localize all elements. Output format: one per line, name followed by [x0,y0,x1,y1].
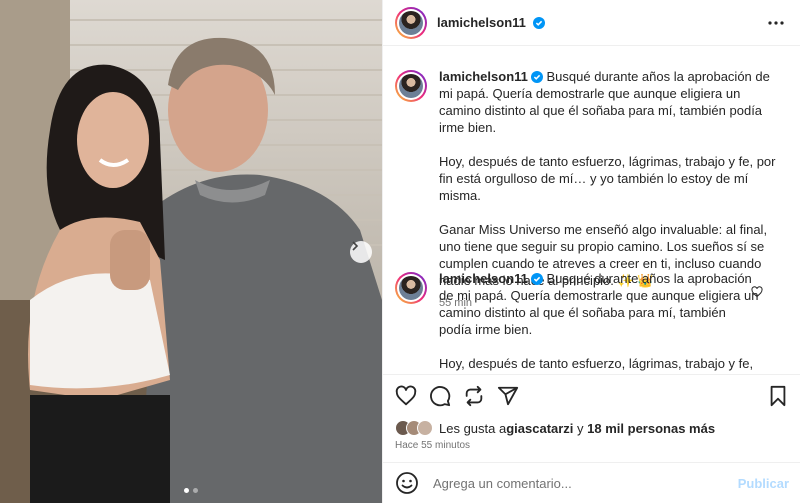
comment-button[interactable] [427,383,453,409]
likes-summary[interactable]: Les gusta a giascatarzi y 18 mil persona… [383,417,800,439]
comment-bubble-icon [430,386,451,407]
bookmark-icon [770,385,786,407]
comment-text-2: Hoy, después de tanto esfuerzo, lágrimas… [439,356,754,374]
likes-others[interactable]: 18 mil personas más [587,421,715,436]
publish-button[interactable]: Publicar [738,476,789,491]
comment-avatar[interactable] [395,272,427,304]
repost-icon [465,385,483,407]
post-image [0,0,382,503]
heart-icon [395,385,417,406]
repost-button[interactable] [461,383,487,409]
caption-paragraph-1: lamichelson11 Busqué durante años la apr… [439,68,785,136]
likes-connector: y [573,420,588,436]
post-actions: Les gusta a giascatarzi y 18 mil persona… [383,374,800,451]
carousel-next-button[interactable] [350,241,372,263]
comments-list[interactable]: lamichelson11 Busqué durante años la apr… [383,46,800,374]
carousel-dot-active [184,488,189,493]
share-button[interactable] [495,383,521,409]
verified-badge-icon [530,71,543,83]
post-timestamp[interactable]: Hace 55 minutos [383,440,800,451]
liker-avatar [417,420,433,436]
more-options-button[interactable] [764,11,788,35]
post-photo [0,0,382,503]
liker-avatars [395,420,433,436]
comment-body: lamichelson11 Busqué durante años la apr… [439,270,759,374]
likes-user[interactable]: giascatarzi [506,421,573,436]
comment-paragraph-1: lamichelson11 Busqué durante años la apr… [439,270,759,338]
like-button[interactable] [393,383,419,409]
chevron-right-icon [352,241,359,251]
author-avatar[interactable] [395,6,427,39]
caption-username[interactable]: lamichelson11 [439,69,528,84]
post-header: lamichelson11 [383,0,800,46]
verified-badge-icon [530,273,543,285]
caption-text-2: Hoy, después de tanto esfuerzo, lágrimas… [439,154,776,203]
save-button[interactable] [765,383,791,409]
more-horizontal-icon [768,20,784,25]
add-comment-bar: Publicar [383,462,800,503]
comment-username[interactable]: lamichelson11 [439,271,528,286]
comment-input[interactable] [433,475,738,491]
post-details-panel: lamichelson11 lamichelson11 Busqué duran… [382,0,800,503]
carousel-dots [184,488,198,493]
comment-like-heart-icon[interactable] [751,286,763,298]
author-username-wrap: lamichelson11 [437,14,546,32]
action-icons-row [383,375,800,417]
verified-badge-icon [533,16,546,29]
likes-prefix: Les gusta a [439,420,507,436]
comment-item: lamichelson11 Busqué durante años la apr… [383,258,773,374]
author-username[interactable]: lamichelson11 [437,15,526,30]
emoji-icon[interactable] [395,471,419,495]
share-paper-plane-icon [497,386,519,406]
carousel-dot [193,488,198,493]
caption-avatar[interactable] [395,70,427,102]
